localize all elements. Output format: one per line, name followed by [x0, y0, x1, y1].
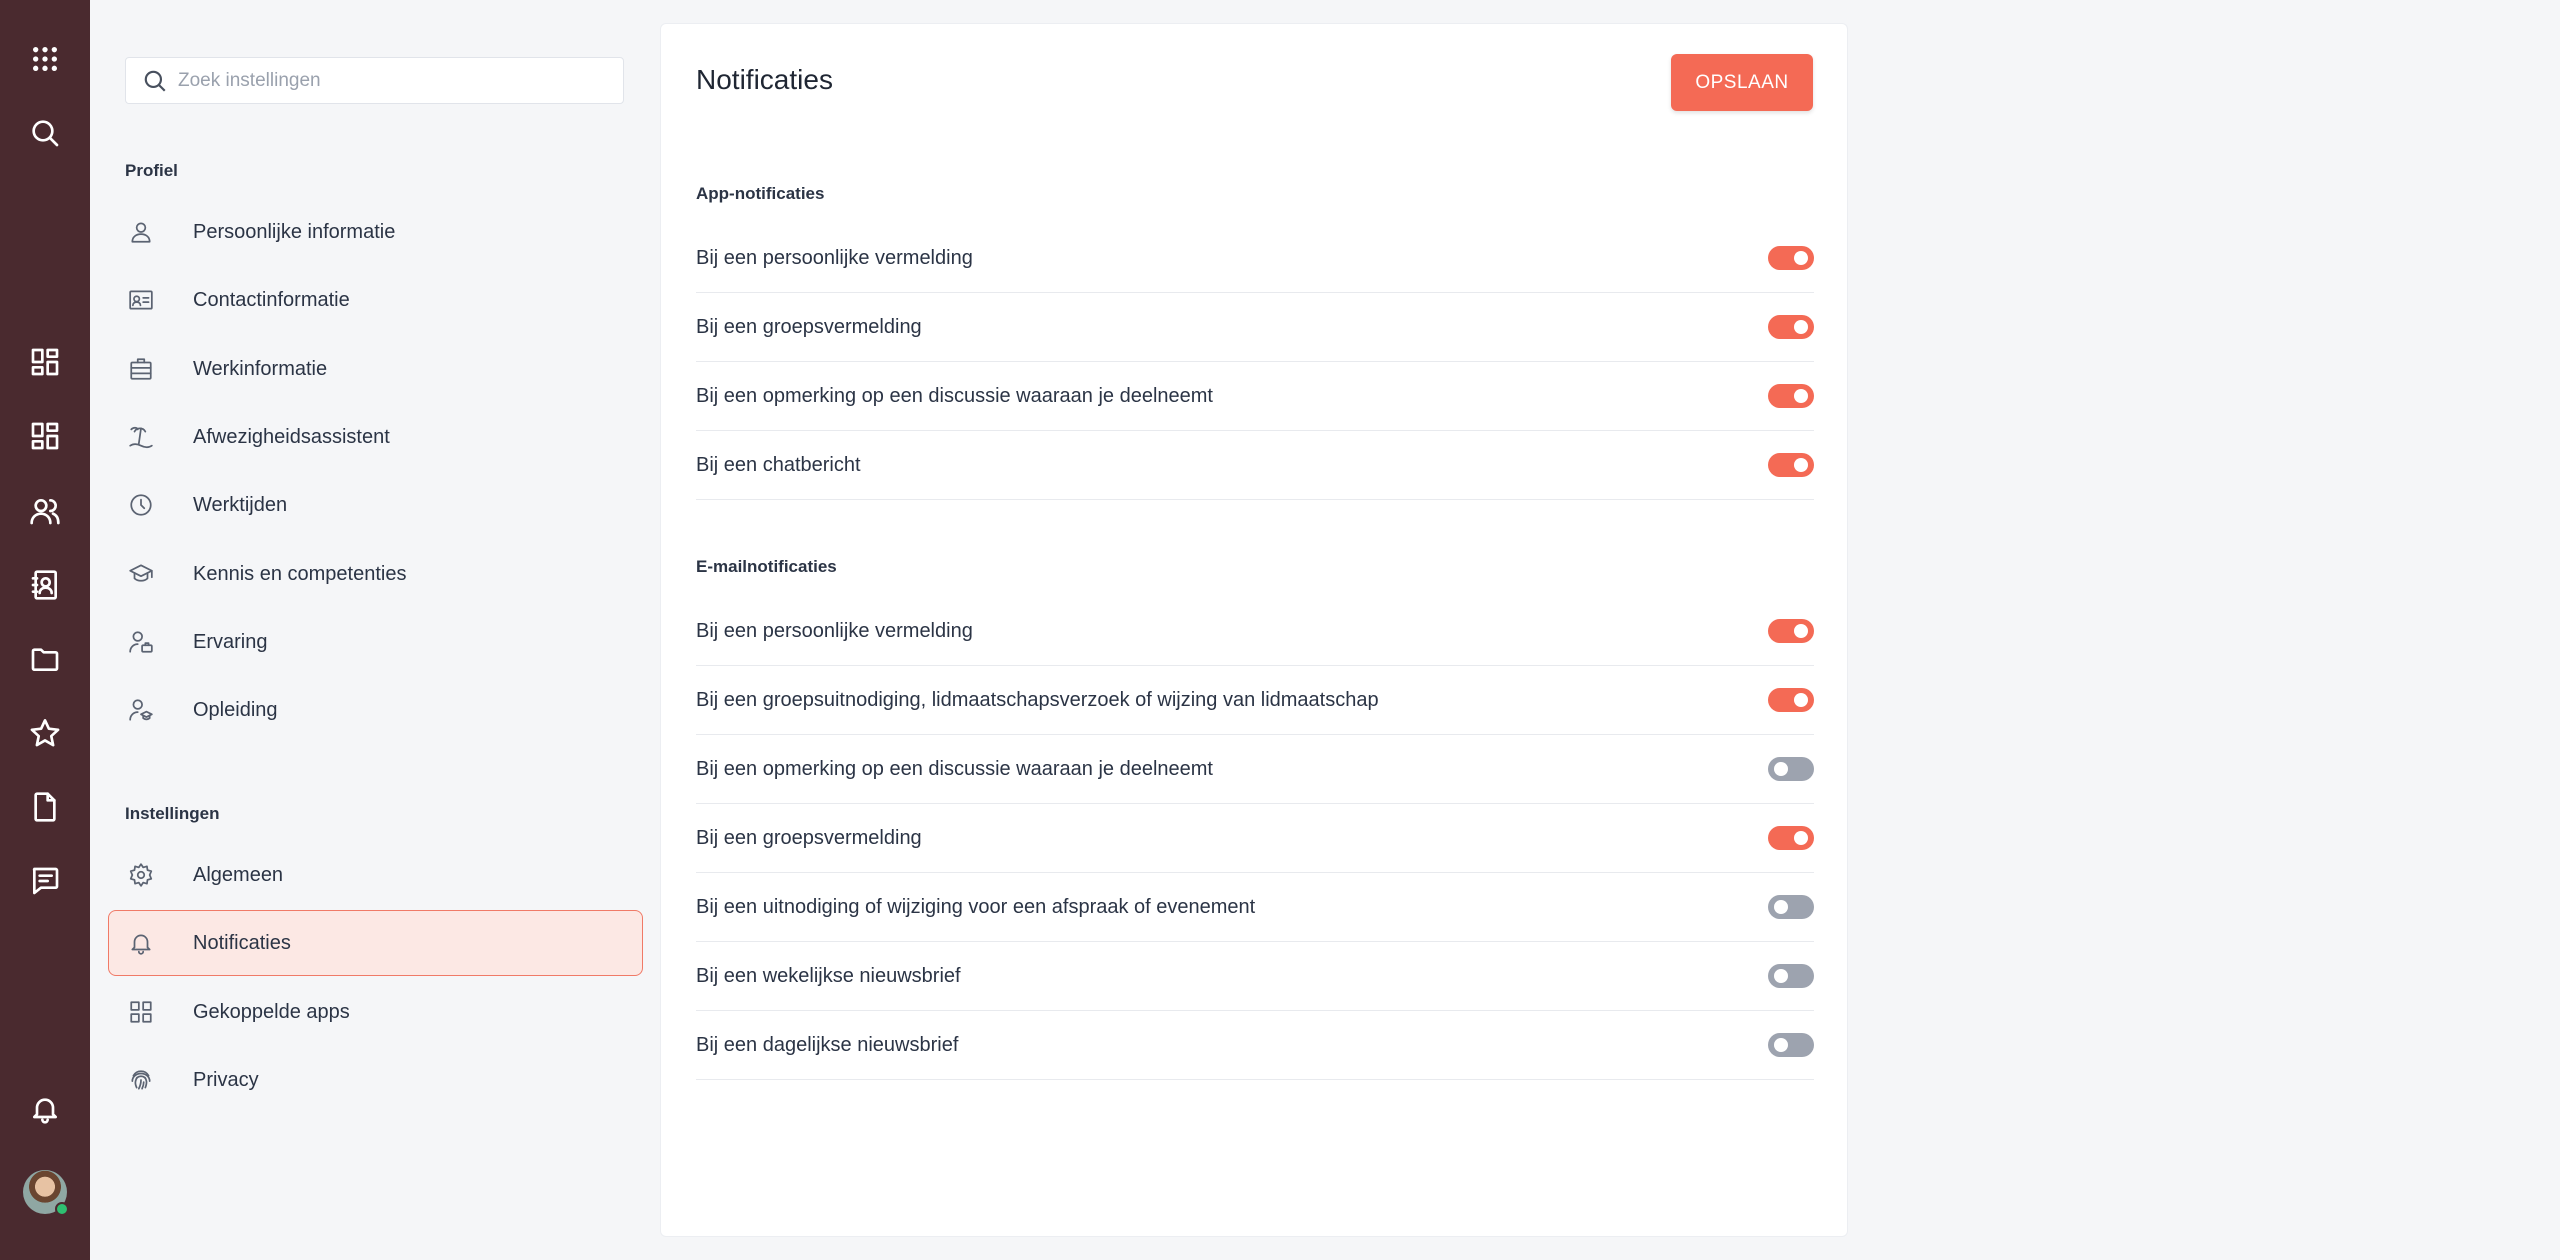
setting-row: Bij een opmerking op een discussie waara… — [696, 362, 1814, 431]
person-icon — [125, 216, 157, 248]
setting-row: Bij een groepsuitnodiging, lidmaatschaps… — [696, 666, 1814, 735]
fingerprint-icon — [125, 1064, 157, 1096]
setting-label: Bij een dagelijkse nieuwsbrief — [696, 1033, 959, 1056]
setting-label: Bij een persoonlijke vermelding — [696, 246, 973, 269]
setting-row: Bij een persoonlijke vermelding — [696, 224, 1814, 293]
sidebar-item-experience[interactable]: Ervaring — [108, 609, 643, 675]
sidebar-item-label: Privacy — [193, 1068, 259, 1091]
dashboard-alt-icon[interactable] — [27, 418, 63, 454]
sidebar-item-label: Afwezigheidsassistent — [193, 425, 390, 448]
people-icon[interactable] — [27, 493, 63, 529]
toggle-switch[interactable] — [1768, 964, 1814, 988]
toggle-switch[interactable] — [1768, 895, 1814, 919]
setting-label: Bij een persoonlijke vermelding — [696, 619, 973, 642]
search-field[interactable] — [125, 57, 624, 104]
page-title: Notificaties — [696, 64, 833, 95]
sidebar-item-contact-info[interactable]: Contactinformatie — [108, 267, 643, 333]
setting-row: Bij een dagelijkse nieuwsbrief — [696, 1011, 1814, 1080]
sidebar-item-work-hours[interactable]: Werktijden — [108, 472, 643, 538]
bell-icon[interactable] — [27, 1091, 63, 1127]
setting-row: Bij een uitnodiging of wijziging voor ee… — [696, 873, 1814, 942]
sidebar-item-notifications[interactable]: Notificaties — [108, 910, 643, 976]
toggle-switch[interactable] — [1768, 1033, 1814, 1057]
setting-row: Bij een groepsvermelding — [696, 804, 1814, 873]
sidebar-item-label: Gekoppelde apps — [193, 1000, 350, 1023]
toggle-switch[interactable] — [1768, 688, 1814, 712]
sidebar-item-label: Algemeen — [193, 863, 284, 886]
setting-row: Bij een groepsvermelding — [696, 293, 1814, 362]
sidebar-item-label: Werktijden — [193, 493, 288, 516]
bell-icon — [125, 927, 157, 959]
app-rail — [0, 0, 90, 1260]
contact-card-icon — [125, 284, 157, 316]
section-title-settings: Instellingen — [125, 804, 220, 823]
sidebar-item-label: Werkinformatie — [193, 357, 328, 380]
sidebar-item-connected-apps[interactable]: Gekoppelde apps — [108, 979, 643, 1045]
section-title-email-notifications: E-mailnotificaties — [696, 557, 837, 576]
sidebar-item-label: Contactinformatie — [193, 288, 350, 311]
toggle-switch[interactable] — [1768, 757, 1814, 781]
sidebar-item-label: Kennis en competenties — [193, 562, 407, 585]
apps-grid-icon[interactable] — [27, 41, 63, 77]
sidebar-item-general[interactable]: Algemeen — [108, 842, 643, 908]
toggle-switch[interactable] — [1768, 826, 1814, 850]
graduation-cap-icon — [125, 558, 157, 590]
address-book-icon[interactable] — [27, 567, 63, 603]
person-graduation-icon — [125, 694, 157, 726]
setting-label: Bij een chatbericht — [696, 453, 861, 476]
setting-row: Bij een persoonlijke vermelding — [696, 597, 1814, 666]
toggle-switch[interactable] — [1768, 384, 1814, 408]
online-status-indicator — [55, 1202, 69, 1216]
save-button[interactable]: OPSLAAN — [1671, 54, 1813, 111]
settings-sidebar: Profiel Persoonlijke informatie Contacti… — [90, 0, 660, 1260]
toggle-switch[interactable] — [1768, 246, 1814, 270]
setting-label: Bij een uitnodiging of wijziging voor ee… — [696, 895, 1256, 918]
setting-label: Bij een opmerking op een discussie waara… — [696, 757, 1213, 780]
sidebar-item-label: Persoonlijke informatie — [193, 220, 396, 243]
setting-row: Bij een chatbericht — [696, 431, 1814, 500]
apps-grid-icon — [125, 996, 157, 1028]
setting-row: Bij een opmerking op een discussie waara… — [696, 735, 1814, 804]
section-title-profile: Profiel — [125, 161, 178, 180]
notifications-panel: Notificaties OPSLAAN App-notificaties Bi… — [660, 23, 1848, 1237]
folder-icon[interactable] — [27, 641, 63, 677]
setting-label: Bij een opmerking op een discussie waara… — [696, 384, 1213, 407]
search-input[interactable] — [178, 69, 598, 92]
avatar[interactable] — [23, 1170, 69, 1216]
setting-label: Bij een wekelijkse nieuwsbrief — [696, 964, 961, 987]
dashboard-icon[interactable] — [27, 344, 63, 380]
sidebar-item-education[interactable]: Opleiding — [108, 677, 643, 743]
sidebar-item-work-info[interactable]: Werkinformatie — [108, 336, 643, 402]
sidebar-item-personal-info[interactable]: Persoonlijke informatie — [108, 199, 643, 265]
setting-label: Bij een groepsvermelding — [696, 826, 922, 849]
sidebar-item-label: Notificaties — [193, 931, 291, 954]
document-icon[interactable] — [27, 789, 63, 825]
sidebar-item-skills[interactable]: Kennis en competenties — [108, 541, 643, 607]
toggle-switch[interactable] — [1768, 315, 1814, 339]
sidebar-item-label: Opleiding — [193, 698, 278, 721]
section-title-app-notifications: App-notificaties — [696, 184, 825, 203]
person-briefcase-icon — [125, 626, 157, 658]
search-icon[interactable] — [27, 115, 63, 151]
setting-label: Bij een groepsuitnodiging, lidmaatschaps… — [696, 688, 1379, 711]
clock-icon — [125, 489, 157, 521]
message-icon[interactable] — [27, 863, 63, 899]
sidebar-item-privacy[interactable]: Privacy — [108, 1047, 643, 1113]
gear-icon — [125, 859, 157, 891]
sidebar-item-label: Ervaring — [193, 630, 268, 653]
search-icon — [144, 70, 166, 92]
setting-row: Bij een wekelijkse nieuwsbrief — [696, 942, 1814, 1011]
briefcase-icon — [125, 353, 157, 385]
setting-label: Bij een groepsvermelding — [696, 315, 922, 338]
star-icon[interactable] — [27, 715, 63, 751]
toggle-switch[interactable] — [1768, 453, 1814, 477]
sidebar-item-out-of-office[interactable]: Afwezigheidsassistent — [108, 404, 643, 470]
beach-icon — [125, 421, 157, 453]
toggle-switch[interactable] — [1768, 619, 1814, 643]
